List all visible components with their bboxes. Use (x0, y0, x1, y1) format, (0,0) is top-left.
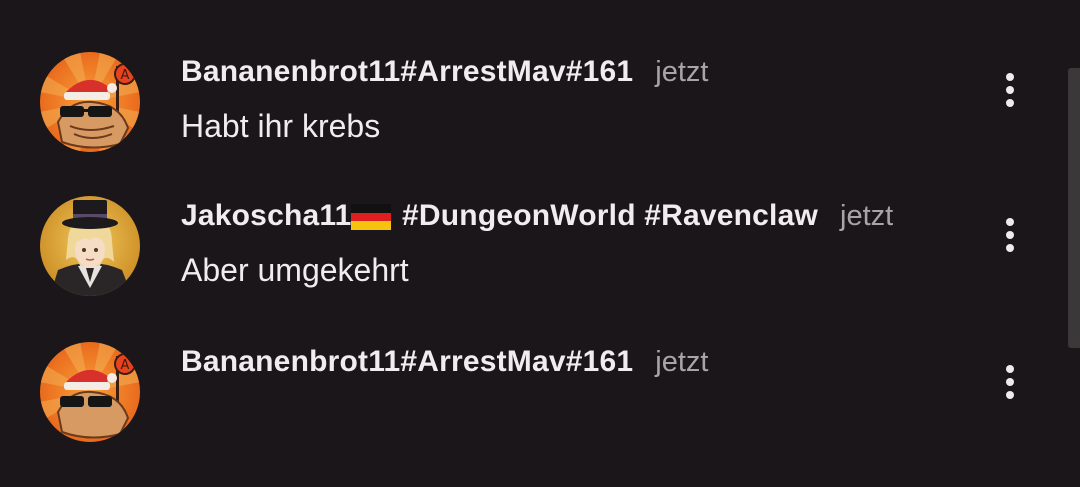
orange-sunburst-santa-hat-cat-avatar-image: A (40, 52, 140, 152)
comment-timestamp: jetzt (840, 199, 894, 232)
comment-author-tags: #DungeonWorld #Ravenclaw (393, 199, 819, 232)
orange-sunburst-santa-hat-cat-avatar-image: A (40, 342, 140, 442)
comment-item: Jakoscha11 #DungeonWorld #Ravenclaw jetz… (0, 196, 1080, 341)
comment-timestamp: jetzt (655, 345, 709, 378)
svg-text:A: A (121, 358, 130, 373)
comment-header: Bananenbrot11#ArrestMav#161 jetzt (181, 52, 708, 92)
avatar[interactable]: A (40, 342, 140, 442)
comment-author-name: Jakoscha11 (181, 199, 352, 232)
more-vertical-icon[interactable] (996, 215, 1024, 255)
comment-author[interactable]: Bananenbrot11#ArrestMav#161 (181, 345, 633, 379)
comment-header: Jakoscha11 #DungeonWorld #Ravenclaw jetz… (181, 196, 893, 236)
svg-text:A: A (121, 68, 130, 83)
comment-text: Aber umgekehrt (181, 252, 409, 288)
comment-item: A Bananenbrot11#ArrestMav#161 jetzt Habt… (0, 52, 1080, 197)
comment-text: Habt ihr krebs (181, 108, 381, 144)
comment-author[interactable]: Jakoscha11 #DungeonWorld #Ravenclaw (181, 199, 818, 233)
top-hat-anime-character-avatar-image (40, 196, 140, 296)
avatar[interactable] (40, 196, 140, 296)
german-flag-icon (351, 204, 392, 231)
scrollbar[interactable] (1068, 68, 1080, 348)
avatar[interactable]: A (40, 52, 140, 152)
comment-timestamp: jetzt (655, 55, 709, 88)
comment-header: Bananenbrot11#ArrestMav#161 jetzt (181, 342, 708, 382)
comment-item: A Bananenbrot11#ArrestMav#161 jetzt (0, 342, 1080, 487)
more-vertical-icon[interactable] (996, 70, 1024, 110)
comment-author[interactable]: Bananenbrot11#ArrestMav#161 (181, 55, 633, 89)
more-vertical-icon[interactable] (996, 362, 1024, 402)
